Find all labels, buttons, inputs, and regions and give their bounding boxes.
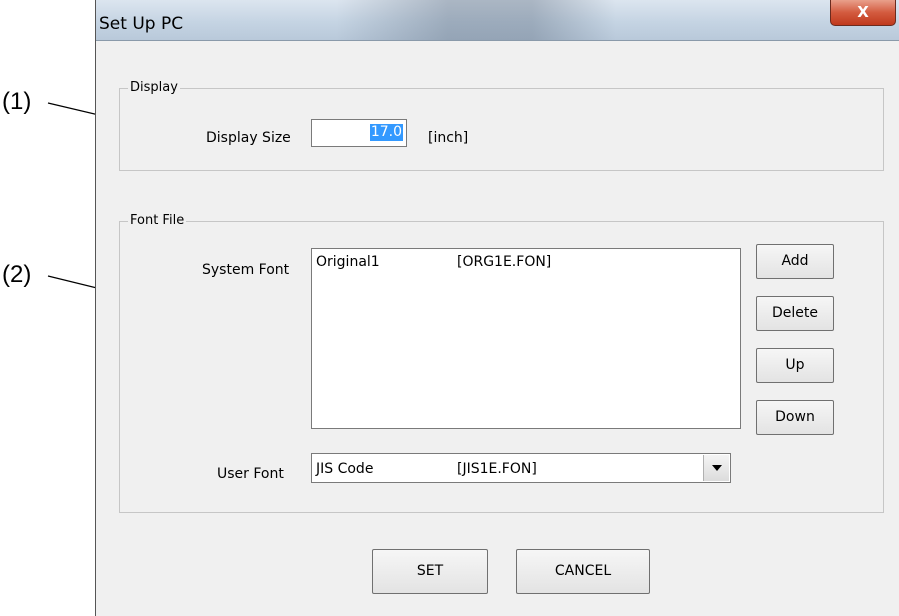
display-size-value: 17.0 xyxy=(369,124,403,141)
system-font-list[interactable]: Original1 [ORG1E.FON] xyxy=(311,248,741,429)
set-button[interactable]: SET xyxy=(372,549,488,594)
dropdown-button[interactable] xyxy=(703,455,729,481)
system-font-file: [ORG1E.FON] xyxy=(457,254,552,270)
set-up-pc-dialog: Set Up PC X Display Display Size 17.0 [i… xyxy=(95,0,899,616)
chevron-down-icon xyxy=(712,465,722,471)
title-bar[interactable]: Set Up PC X xyxy=(96,0,899,40)
down-button[interactable]: Down xyxy=(756,400,834,435)
window-title: Set Up PC xyxy=(99,14,184,34)
delete-button[interactable]: Delete xyxy=(756,296,834,331)
display-group-title: Display xyxy=(128,80,180,96)
close-icon: X xyxy=(857,3,869,21)
add-button[interactable]: Add xyxy=(756,244,834,279)
close-button[interactable]: X xyxy=(830,0,896,26)
cancel-button[interactable]: CANCEL xyxy=(516,549,650,594)
user-font-name: JIS Code xyxy=(316,461,374,477)
display-size-label: Display Size xyxy=(206,130,291,146)
display-size-unit: [inch] xyxy=(428,130,469,146)
list-item[interactable]: Original1 [ORG1E.FON] xyxy=(312,249,740,271)
system-font-label: System Font xyxy=(202,262,290,278)
up-button[interactable]: Up xyxy=(756,348,834,383)
user-font-label: User Font xyxy=(217,466,284,482)
dialog-body: Display Display Size 17.0 [inch] Font Fi… xyxy=(96,40,899,616)
system-font-name: Original1 xyxy=(316,254,380,270)
user-font-select[interactable]: JIS Code [JIS1E.FON] xyxy=(311,453,731,483)
display-size-input[interactable]: 17.0 xyxy=(311,119,407,147)
user-font-file: [JIS1E.FON] xyxy=(457,461,537,477)
font-file-group-title: Font File xyxy=(128,213,187,229)
